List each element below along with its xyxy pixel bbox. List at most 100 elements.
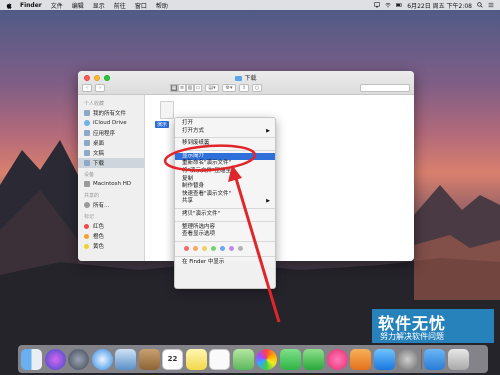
sidebar-item-icloud-drive[interactable]: iCloud Drive (78, 118, 144, 128)
tag-red-dot[interactable] (184, 246, 189, 252)
notes-dock-icon[interactable] (185, 348, 207, 370)
menu-finder[interactable]: Finder (20, 2, 42, 9)
window-title: 下载 (78, 73, 414, 82)
notification-center-icon[interactable] (488, 2, 494, 8)
reminders-dock-icon[interactable] (209, 348, 230, 370)
menu-bar: Finder 文件 编辑 显示 前往 窗口 帮助 6月22日 周五 下午2:08 (0, 0, 500, 10)
status-area: 6月22日 周五 下午2:08 (374, 1, 494, 10)
tags-button[interactable]: ○ (252, 84, 262, 92)
menu-separator (175, 207, 275, 209)
cloud-icon (84, 120, 90, 126)
spotlight-search-icon[interactable] (477, 2, 483, 8)
sidebar-header-favorites: 个人收藏 (84, 101, 105, 107)
system-preferences-dock-icon[interactable] (397, 348, 418, 370)
menu-item-clean-up[interactable]: 整理所选内容 (175, 224, 275, 232)
sidebar-item-downloads[interactable]: 下载 (78, 158, 144, 168)
sidebar-item-desktop[interactable]: 桌面 (78, 138, 144, 148)
file-name-label[interactable]: 演示 (155, 121, 170, 128)
view-mode-switcher: ▦ ≡ ▥ ▭ (170, 84, 202, 92)
maps-dock-icon[interactable] (232, 348, 254, 370)
tag-yellow-dot[interactable] (202, 246, 207, 252)
sidebar-tag-orange[interactable]: 橙色 (78, 231, 144, 241)
menu-item-open[interactable]: 打开 (175, 120, 275, 128)
sidebar-header-tags: 标记 (84, 214, 95, 220)
menu-item-copy[interactable]: 拷贝"演示文件" (175, 211, 275, 219)
back-button[interactable]: ‹ (82, 84, 92, 92)
menu-item-open-with[interactable]: 打开方式 ▶ (175, 128, 275, 136)
trash-dock-icon[interactable] (447, 348, 469, 370)
tag-green-dot[interactable] (211, 246, 216, 252)
arrange-icon: ▤▾ (208, 85, 216, 91)
menu-help[interactable]: 帮助 (156, 1, 168, 10)
tag-purple-dot[interactable] (229, 246, 234, 252)
launchpad-dock-icon[interactable] (68, 348, 89, 370)
menu-item-show-in-finder[interactable]: 在 Finder 中显示 (175, 259, 275, 267)
menu-go[interactable]: 前往 (114, 1, 126, 10)
sidebar-header-shared: 共享的 (84, 193, 100, 199)
sidebar-tag-red[interactable]: 红色 (78, 221, 144, 231)
apple-menu-icon[interactable] (6, 2, 12, 9)
document-icon[interactable] (160, 101, 174, 119)
title-bar: 下载 ‹ › ▦ ≡ ▥ ▭ ▤▾ ⚙▾ ⇧ ○ (78, 71, 414, 95)
arrange-button[interactable]: ▤▾ (205, 84, 219, 92)
contacts-dock-icon[interactable] (138, 348, 160, 370)
menu-separator (175, 149, 275, 151)
airplay-icon[interactable] (374, 2, 380, 8)
menu-item-share[interactable]: 共享 ▶ (175, 198, 275, 206)
tag-dot-icon (84, 233, 89, 239)
sidebar-header-devices: 设备 (84, 172, 95, 178)
chevron-left-icon: ‹ (86, 85, 88, 91)
battery-icon[interactable] (396, 2, 402, 8)
menu-item-move-to-trash[interactable]: 移到废纸篓 (175, 140, 275, 148)
calendar-dock-icon[interactable]: 22 (162, 348, 183, 370)
list-view-button[interactable]: ≡ (178, 84, 186, 92)
tag-orange-dot[interactable] (193, 246, 198, 252)
mail-dock-icon[interactable] (115, 348, 136, 370)
finder-dock-icon[interactable] (21, 348, 42, 370)
sidebar-item-all-files[interactable]: 我的所有文件 (78, 108, 144, 118)
sidebar-item-all-shared[interactable]: 所有... (78, 200, 144, 210)
siri-dock-icon[interactable] (44, 348, 66, 370)
icon-view-button[interactable]: ▦ (170, 84, 178, 92)
sidebar-item-documents[interactable]: 文稿 (78, 148, 144, 158)
network-icon (84, 202, 90, 208)
menubar-clock[interactable]: 6月22日 周五 下午2:08 (407, 1, 472, 10)
menu-edit[interactable]: 编辑 (72, 1, 84, 10)
tag-blue-dot[interactable] (220, 246, 225, 252)
wifi-icon[interactable] (385, 2, 391, 8)
search-field[interactable] (360, 84, 410, 92)
tag-dot-icon (84, 243, 89, 249)
menu-item-compress[interactable]: 将"演示文件"压缩至... (175, 168, 275, 176)
chevron-right-icon: › (99, 85, 101, 91)
column-view-button[interactable]: ▥ (186, 84, 194, 92)
menu-item-rename[interactable]: 重新命名"演示文件" (175, 160, 275, 168)
menu-separator (175, 137, 275, 139)
desktop-icon (84, 140, 90, 146)
menu-separator (175, 255, 275, 257)
menu-window[interactable]: 窗口 (135, 1, 147, 10)
messages-dock-icon[interactable] (279, 348, 301, 370)
facetime-dock-icon[interactable] (303, 348, 324, 370)
safari-dock-icon[interactable] (91, 348, 113, 370)
itunes-dock-icon[interactable] (326, 348, 348, 370)
photos-dock-icon[interactable] (256, 348, 277, 370)
menu-item-make-alias[interactable]: 制作替身 (175, 183, 275, 191)
app-store-dock-icon[interactable] (373, 348, 395, 370)
sidebar-item-macintosh-hd[interactable]: Macintosh HD (78, 179, 144, 189)
sidebar-item-applications[interactable]: 应用程序 (78, 128, 144, 138)
watermark: 软件无忧 努力解决软件问题 (372, 309, 494, 343)
menu-file[interactable]: 文件 (51, 1, 63, 10)
share-button[interactable]: ⇧ (239, 84, 249, 92)
sidebar-tag-yellow[interactable]: 黄色 (78, 241, 144, 251)
watermark-subtitle: 努力解决软件问题 (380, 332, 444, 341)
downloads-stack-dock-icon[interactable] (424, 348, 445, 370)
menu-view[interactable]: 显示 (93, 1, 105, 10)
tag-gray-dot[interactable] (238, 246, 243, 252)
menu-item-view-options[interactable]: 查看显示选项 (175, 231, 275, 239)
dock: 22 (18, 345, 488, 373)
forward-button[interactable]: › (95, 84, 105, 92)
ibooks-dock-icon[interactable] (350, 348, 371, 370)
action-button[interactable]: ⚙▾ (222, 84, 236, 92)
hard-drive-icon (84, 181, 90, 187)
gallery-view-button[interactable]: ▭ (194, 84, 202, 92)
